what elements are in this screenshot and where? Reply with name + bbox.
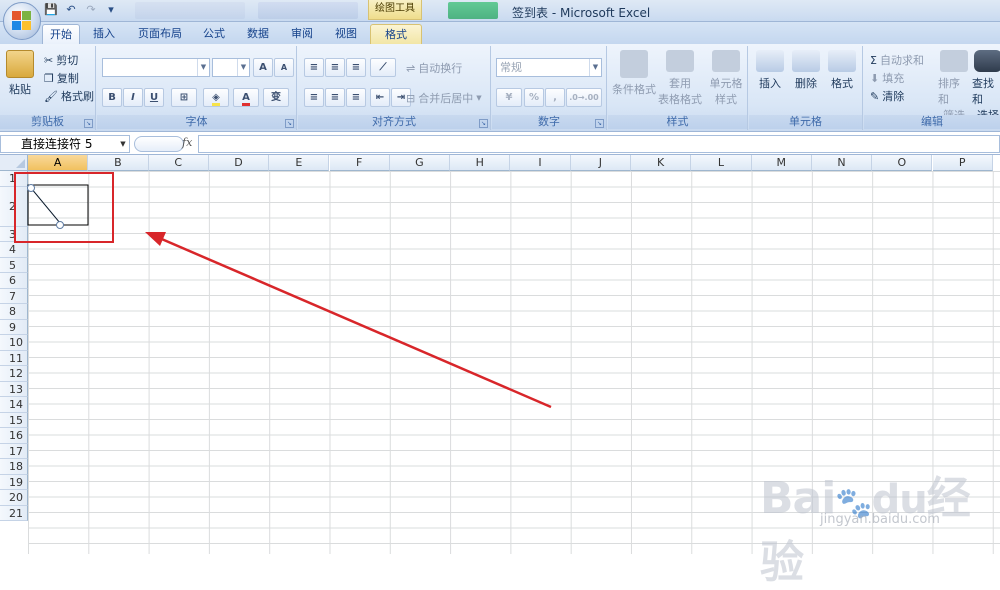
office-logo-icon xyxy=(12,11,32,31)
office-button[interactable] xyxy=(3,2,41,40)
watermark-url: jingyan.baidu.com xyxy=(820,512,940,527)
